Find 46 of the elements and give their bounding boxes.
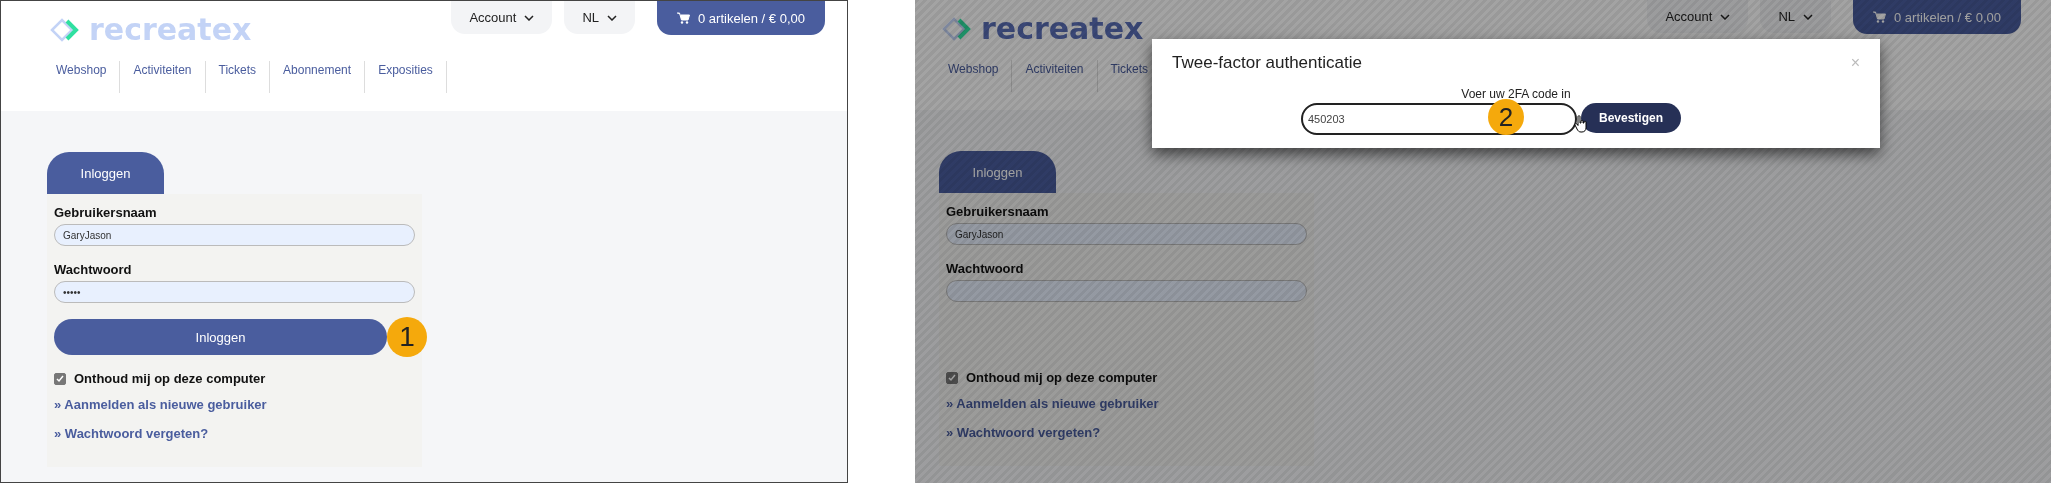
- step-badge: 1: [387, 317, 427, 357]
- confirm-button[interactable]: Bevestigen: [1581, 103, 1681, 133]
- input-field[interactable]: •••••: [54, 281, 415, 303]
- nav-link[interactable]: Activiteiten: [124, 61, 206, 93]
- cart-button[interactable]: 0 artikelen / € 0,00: [657, 1, 825, 35]
- input-field[interactable]: [946, 280, 1307, 302]
- nav-link[interactable]: Webshop: [47, 61, 121, 93]
- field-label: Wachtwoord: [946, 261, 1025, 276]
- text-link[interactable]: » Wachtwoord vergeten?: [54, 426, 415, 441]
- chevron-down-icon: [607, 14, 618, 21]
- logo-text: recreatex: [981, 14, 1144, 44]
- login-tab[interactable]: Inloggen: [939, 151, 1056, 193]
- nav-link[interactable]: Abonnement: [274, 61, 366, 93]
- field-label: Gebruikersnaam: [54, 205, 158, 220]
- logo-text: recreatex: [89, 15, 252, 45]
- step-badge: 2: [1488, 99, 1524, 135]
- checkbox-label: Onthoud mij op deze computer: [966, 370, 1158, 385]
- cart-icon: [677, 12, 691, 24]
- text-link[interactable]: » Aanmelden als nieuwe gebruiker: [54, 397, 415, 412]
- hand-cursor-icon: [1574, 115, 1588, 133]
- account-button[interactable]: Account: [1647, 0, 1749, 33]
- account-button[interactable]: Account: [451, 1, 553, 34]
- field-label: Wachtwoord: [54, 262, 133, 277]
- text-link[interactable]: » Wachtwoord vergeten?: [946, 425, 1307, 440]
- chevron-down-icon: [1720, 13, 1731, 20]
- checkbox[interactable]: [54, 372, 66, 385]
- nav-link[interactable]: Activiteiten: [1016, 60, 1098, 92]
- input-field[interactable]: GaryJason: [54, 224, 415, 246]
- prompt-text: Voer uw 2FA code in: [1460, 87, 1572, 101]
- text-link[interactable]: » Aanmelden als nieuwe gebruiker: [946, 396, 1307, 411]
- nav-link[interactable]: Tickets: [209, 61, 271, 93]
- cart-button[interactable]: 0 artikelen / € 0,00: [1853, 0, 2021, 34]
- dialog-title: Twee-factor authenticatie: [1172, 53, 1362, 73]
- login-tab[interactable]: Inloggen: [47, 152, 164, 194]
- cart-icon: [1873, 11, 1887, 23]
- nav-link[interactable]: Webshop: [939, 60, 1013, 92]
- chevron-down-icon: [1803, 13, 1814, 20]
- login-button[interactable]: Inloggen: [54, 319, 387, 355]
- chevron-down-icon: [524, 14, 535, 21]
- nav-link[interactable]: Exposities: [369, 61, 447, 93]
- field-label: Gebruikersnaam: [946, 204, 1050, 219]
- checkbox-label: Onthoud mij op deze computer: [74, 371, 266, 386]
- checkbox[interactable]: [946, 371, 958, 384]
- language-button[interactable]: NL: [1760, 0, 1832, 33]
- language-button[interactable]: NL: [564, 1, 636, 34]
- input-field[interactable]: GaryJason: [946, 223, 1307, 245]
